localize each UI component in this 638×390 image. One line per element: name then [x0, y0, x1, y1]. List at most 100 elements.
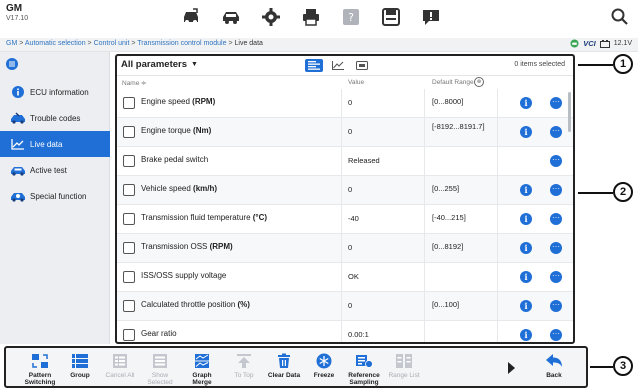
more-options-icon[interactable]: ··· — [550, 126, 562, 138]
parameter-name: Calculated throttle position (%) — [141, 300, 250, 309]
more-options-icon[interactable]: ··· — [550, 213, 562, 225]
home-car-icon[interactable] — [180, 6, 202, 28]
feedback-icon[interactable] — [420, 6, 442, 28]
pattern-switching-button[interactable]: Pattern Switching — [20, 351, 60, 387]
status-area: VCI 12.1V — [570, 39, 632, 48]
print-icon[interactable] — [300, 6, 322, 28]
line-chart-icon — [10, 137, 26, 151]
text-list-icon — [308, 61, 320, 70]
table-row[interactable]: Engine speed (RPM) 0 [0...8000] i ··· — [117, 89, 573, 118]
breadcrumb-item[interactable]: Transmission control module — [137, 40, 226, 47]
row-checkbox[interactable] — [123, 126, 135, 138]
row-checkbox[interactable] — [123, 300, 135, 312]
graph-view-button[interactable] — [329, 59, 347, 72]
group-button[interactable]: Group — [60, 351, 100, 387]
row-checkbox[interactable] — [123, 329, 135, 341]
more-options-icon[interactable]: ··· — [550, 184, 562, 196]
show-selected-button[interactable]: Show Selected — [140, 351, 180, 387]
gauge-view-button[interactable] — [353, 59, 371, 72]
column-header-value: Value — [348, 79, 365, 86]
row-checkbox[interactable] — [123, 155, 135, 167]
pattern-switch-icon — [32, 354, 48, 368]
table-row[interactable]: Calculated throttle position (%) 0 [0...… — [117, 292, 573, 321]
callout-2: 2 — [613, 182, 633, 202]
table-row[interactable]: Engine torque (Nm) 0 [-8192...8191.7] i … — [117, 118, 573, 147]
sidebar-item-trouble-codes[interactable]: Trouble codes — [0, 105, 110, 131]
table-row[interactable]: Vehicle speed (km/h) 0 [0...255] i ··· — [117, 176, 573, 205]
vehicle-make: GM — [6, 3, 23, 14]
breadcrumb-separator: > — [87, 40, 92, 47]
table-row[interactable]: Transmission OSS (RPM) 0 [0...8192] i ··… — [117, 234, 573, 263]
more-options-icon[interactable]: ··· — [550, 300, 562, 312]
parameter-value: 0 — [348, 98, 353, 107]
tool-label: To Top — [234, 372, 254, 379]
table-row[interactable]: Gear ratio 0.00:1 i ··· — [117, 321, 573, 342]
parameter-filter-dropdown[interactable]: All parameters ▼ — [121, 59, 198, 70]
save-icon[interactable] — [380, 6, 402, 28]
text-view-button[interactable] — [305, 59, 323, 72]
sidebar-item-live-data[interactable]: Live data — [0, 131, 110, 157]
settings-gear-icon[interactable] — [260, 6, 282, 28]
info-icon[interactable]: i — [520, 126, 532, 138]
row-checkbox[interactable] — [123, 271, 135, 283]
caret-down-icon: ▼ — [191, 61, 198, 68]
info-icon[interactable]: i — [520, 300, 532, 312]
breadcrumb-item[interactable]: Automatic selection — [25, 40, 86, 47]
table-row[interactable]: ISS/OSS supply voltage OK i ··· — [117, 263, 573, 292]
info-icon[interactable]: i — [520, 184, 532, 196]
parameter-unit: (°C) — [252, 213, 268, 222]
cancel-all-button[interactable]: Cancel All — [100, 351, 140, 387]
back-button[interactable]: Back — [534, 351, 574, 387]
table-row[interactable]: Transmission fluid temperature (°C) -40 … — [117, 205, 573, 234]
car-icon[interactable] — [220, 6, 242, 28]
range-list-icon — [396, 354, 412, 368]
breadcrumb-item[interactable]: GM — [6, 40, 17, 47]
sidebar-item-special-function[interactable]: Special function — [0, 183, 110, 209]
search-icon[interactable] — [609, 6, 631, 28]
parameter-name: Engine speed (RPM) — [141, 97, 216, 106]
toolbar-scroll-right-icon[interactable] — [508, 362, 515, 374]
more-options-icon[interactable]: ··· — [550, 329, 562, 341]
info-icon[interactable]: i — [520, 271, 532, 283]
scrollbar[interactable] — [568, 92, 571, 132]
parameter-unit: (Nm) — [193, 126, 212, 135]
table-row[interactable]: Brake pedal switch Released ··· — [117, 147, 573, 176]
callout-leader-line — [578, 192, 613, 194]
tool-label: Freeze — [313, 372, 335, 379]
reference-sampling-icon — [356, 355, 373, 368]
sidebar-item-ecu-information[interactable]: ECU information — [0, 79, 110, 105]
freeze-button[interactable]: Freeze — [304, 351, 344, 387]
range-settings-icon[interactable]: ⊜ — [474, 77, 484, 87]
row-checkbox[interactable] — [123, 242, 135, 254]
sidebar-item-active-test[interactable]: Active test — [0, 157, 110, 183]
more-options-icon[interactable]: ··· — [550, 242, 562, 254]
brand: GM V17.10 — [6, 3, 28, 23]
to-top-button[interactable]: To Top — [224, 351, 264, 387]
reference-sampling-button[interactable]: Reference Sampling — [344, 351, 384, 387]
breadcrumb-item[interactable]: Control unit — [94, 40, 130, 47]
info-icon[interactable]: i — [520, 97, 532, 109]
column-header-name[interactable]: Name ≑ — [122, 79, 147, 87]
clear-data-button[interactable]: Clear Data — [264, 351, 304, 387]
view-mode-switch — [305, 59, 371, 72]
graph-merge-button[interactable]: Graph Merge — [182, 351, 222, 387]
breadcrumb-bar: GM > Automatic selection > Control unit … — [0, 38, 638, 52]
more-options-icon[interactable]: ··· — [550, 155, 562, 167]
row-checkbox[interactable] — [123, 97, 135, 109]
info-icon[interactable]: i — [520, 242, 532, 254]
range-list-button[interactable]: Range List — [384, 351, 424, 387]
table-header: Name ≑ Value Default Range ⊜ — [117, 77, 573, 89]
parameter-range: [-8192...8191.7] — [432, 122, 485, 131]
row-checkbox[interactable] — [123, 184, 135, 196]
parameter-name: ISS/OSS supply voltage — [141, 271, 227, 280]
more-options-icon[interactable]: ··· — [550, 97, 562, 109]
parameter-value: 0 — [348, 243, 353, 252]
sidebar-toggle-icon[interactable] — [6, 58, 18, 70]
help-icon[interactable]: ? — [340, 6, 362, 28]
info-icon[interactable]: i — [520, 213, 532, 225]
info-icon[interactable]: i — [520, 329, 532, 341]
row-checkbox[interactable] — [123, 213, 135, 225]
more-options-icon[interactable]: ··· — [550, 271, 562, 283]
parameter-value: 0 — [348, 127, 353, 136]
parameter-unit: (RPM) — [209, 242, 233, 251]
